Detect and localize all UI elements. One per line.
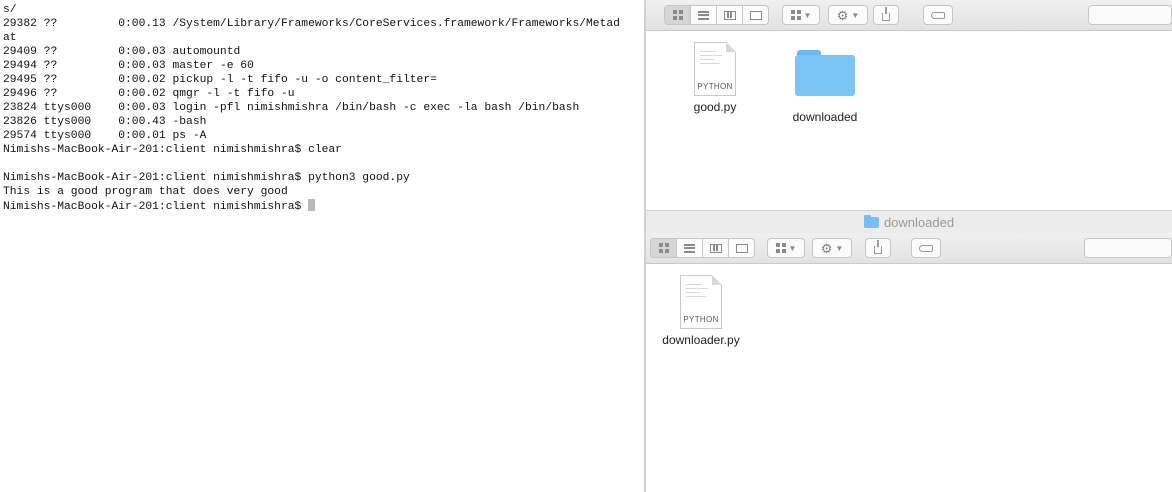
file-name: good.py (693, 100, 737, 114)
terminal-line: 29495 ?? 0:00.02 pickup -l -t fifo -u -o… (3, 74, 437, 86)
icon-view-button[interactable] (665, 6, 691, 24)
terminal-line: 23824 ttys000 0:00.03 login -pfl nimishm… (3, 102, 580, 114)
list-view-button[interactable] (691, 6, 717, 24)
finder-window-top: ▼ ⚙ ▼ PYTHON good.py downloaded (646, 0, 1172, 210)
folder-icon (795, 50, 855, 96)
cover-flow-icon (735, 243, 748, 253)
terminal-line: Nimishs-MacBook-Air-201:client nimishmis… (3, 144, 342, 156)
search-field[interactable] (1084, 238, 1172, 258)
terminal-line: 23826 ttys000 0:00.43 -bash (3, 116, 207, 128)
gear-icon: ⚙ (836, 7, 849, 23)
file-name: downloader.py (662, 333, 740, 347)
view-mode-control (664, 5, 769, 25)
chevron-down-icon: ▼ (851, 10, 860, 20)
chevron-down-icon: ▼ (788, 243, 797, 253)
terminal-line: 29382 ?? 0:00.13 /System/Library/Framewo… (3, 18, 620, 30)
view-mode-control (650, 238, 755, 258)
share-button[interactable] (865, 238, 891, 258)
file-type-label: PYTHON (697, 82, 733, 91)
file-item-downloader-py[interactable]: PYTHON downloader.py (658, 275, 744, 347)
tag-icon (931, 11, 945, 19)
cover-flow-button[interactable] (743, 6, 768, 24)
list-view-button[interactable] (677, 239, 703, 257)
cover-flow-icon (749, 10, 762, 20)
cover-flow-button[interactable] (729, 239, 754, 257)
finder-toolbar: ▼ ⚙ ▼ (646, 233, 1172, 264)
grid-icon (790, 10, 801, 20)
tags-button[interactable] (923, 5, 953, 25)
grid-icon (672, 10, 683, 20)
terminal-cursor (308, 199, 316, 211)
terminal-line: Nimishs-MacBook-Air-201:client nimishmis… (3, 172, 410, 184)
column-view-button[interactable] (717, 6, 743, 24)
columns-icon (723, 10, 736, 20)
file-type-label: PYTHON (683, 315, 719, 324)
file-item-good-py[interactable]: PYTHON good.py (680, 42, 750, 114)
folder-name: downloaded (792, 110, 858, 124)
terminal-prompt: Nimishs-MacBook-Air-201:client nimishmis… (3, 201, 309, 213)
grid-icon (658, 243, 669, 253)
grid-icon (775, 243, 786, 253)
share-button[interactable] (873, 5, 899, 25)
chevron-down-icon: ▼ (835, 243, 844, 253)
finder-titlebar[interactable]: downloaded (646, 210, 1172, 234)
arrange-button[interactable]: ▼ (767, 238, 805, 258)
share-icon (882, 6, 890, 21)
list-icon (684, 243, 695, 253)
python-file-icon: PYTHON (694, 42, 736, 96)
finder-window-bottom: downloaded ▼ ⚙ ▼ PYTHON downloader.py (646, 210, 1172, 492)
terminal-line: 29496 ?? 0:00.02 qmgr -l -t fifo -u (3, 88, 295, 100)
terminal-window[interactable]: s/29382 ?? 0:00.13 /System/Library/Frame… (0, 0, 644, 492)
terminal-output: s/29382 ?? 0:00.13 /System/Library/Frame… (0, 0, 644, 213)
folder-item-downloaded[interactable]: downloaded (780, 50, 870, 124)
terminal-prompt-line[interactable]: Nimishs-MacBook-Air-201:client nimishmis… (3, 199, 644, 213)
gear-icon: ⚙ (820, 240, 833, 256)
window-title: downloaded (883, 215, 955, 230)
search-field[interactable] (1088, 5, 1172, 25)
finder-toolbar: ▼ ⚙ ▼ (646, 0, 1172, 31)
terminal-line: 29409 ?? 0:00.03 automountd (3, 46, 241, 58)
tags-button[interactable] (911, 238, 941, 258)
action-button[interactable]: ⚙ ▼ (828, 5, 868, 25)
terminal-line: This is a good program that does very go… (3, 186, 288, 198)
action-button[interactable]: ⚙ ▼ (812, 238, 852, 258)
icon-view-button[interactable] (651, 239, 677, 257)
terminal-line: 29494 ?? 0:00.03 master -e 60 (3, 60, 254, 72)
columns-icon (709, 243, 722, 253)
arrange-button[interactable]: ▼ (782, 5, 820, 25)
share-icon (874, 239, 882, 254)
list-icon (698, 10, 709, 20)
terminal-line: at (3, 32, 17, 44)
column-view-button[interactable] (703, 239, 729, 257)
terminal-line: s/ (3, 4, 17, 16)
folder-icon (863, 215, 879, 228)
tag-icon (919, 244, 933, 252)
chevron-down-icon: ▼ (803, 10, 812, 20)
terminal-line: 29574 ttys000 0:00.01 ps -A (3, 130, 207, 142)
python-file-icon: PYTHON (680, 275, 722, 329)
